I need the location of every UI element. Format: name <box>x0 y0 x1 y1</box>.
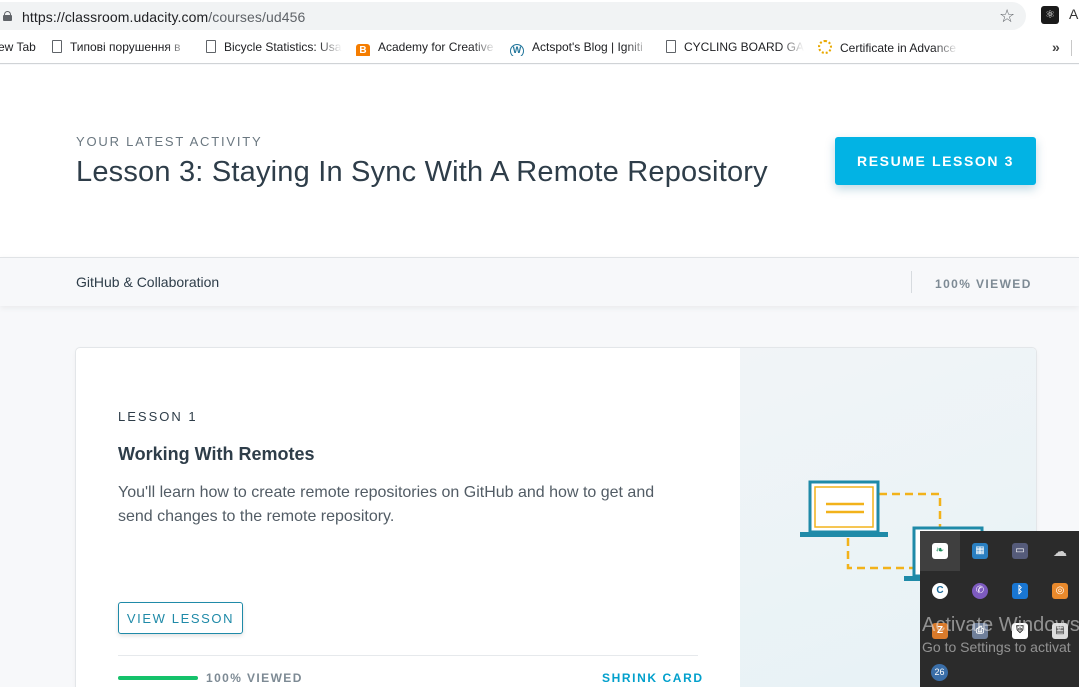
latest-lesson-title: Lesson 3: Staying In Sync With A Remote … <box>76 156 768 188</box>
system-tray-overflow: ❧ ▦ ▭ ☁ C ✆ ᛒ ◎ Z ⎙ ⛨ ▤ <box>920 531 1079 687</box>
browser-toolbar: https://classroom.udacity.com/courses/ud… <box>0 0 1079 32</box>
sun-icon <box>818 40 832 54</box>
tray-app-icon[interactable]: ✆ <box>960 571 1000 611</box>
bookmark-typovi[interactable]: Типові порушення в <box>50 40 190 56</box>
tray-app-icon[interactable]: C <box>920 571 960 611</box>
tray-app-icon[interactable]: ᛒ <box>1000 571 1040 611</box>
course-title: GitHub & Collaboration <box>76 274 220 290</box>
bookmark-bicycle-statistics[interactable]: Bicycle Statistics: Usa <box>204 40 342 56</box>
course-viewed-status: 100% VIEWED <box>935 277 1032 291</box>
lesson-card: LESSON 1 Working With Remotes You'll lea… <box>76 348 1036 687</box>
window-app-icon: ▦ <box>972 543 988 559</box>
tray-badge-icon[interactable]: 26 <box>931 664 948 681</box>
lesson-description: You'll learn how to create remote reposi… <box>118 484 655 525</box>
card-divider <box>118 655 698 656</box>
url-host: https://classroom.udacity.com <box>22 9 209 25</box>
bookmark-academy-creative[interactable]: B Academy for Creative <box>356 40 496 56</box>
more-bookmarks-chevron-icon[interactable]: » <box>1052 39 1060 55</box>
cloud-icon: ☁ <box>1053 543 1067 559</box>
url-text[interactable]: https://classroom.udacity.com/courses/ud… <box>22 9 305 25</box>
extension-icon[interactable]: ⚛ <box>1041 6 1059 24</box>
bookmarks-bar: ew Tab Типові порушення в Bicycle Statis… <box>0 32 1079 64</box>
lesson-number: LESSON 1 <box>118 409 198 424</box>
bookmark-certificate-advance[interactable]: Certificate in Advance <box>818 40 958 56</box>
shrink-card-link[interactable]: SHRINK CARD <box>602 671 704 685</box>
bookmark-label: Типові порушення в <box>70 40 181 54</box>
lesson-title: Working With Remotes <box>118 444 315 464</box>
lesson-viewed-status: 100% VIEWED <box>206 671 303 685</box>
orange-app-icon: ◎ <box>1052 583 1068 599</box>
bookmark-cycling-board[interactable]: CYCLING BOARD GAI <box>664 40 804 56</box>
latest-activity-hero: YOUR LATEST ACTIVITY Lesson 3: Staying I… <box>0 65 1079 257</box>
tray-app-icon[interactable]: ▦ <box>960 531 1000 571</box>
viber-icon: ✆ <box>972 583 988 599</box>
monitor-icon: ▭ <box>1012 543 1028 559</box>
tray-app-icon[interactable]: ◎ <box>1040 571 1079 611</box>
tray-app-icon[interactable]: ☁ <box>1040 531 1079 571</box>
bookmark-label: ew Tab <box>0 40 36 54</box>
blogger-icon: B <box>356 44 370 56</box>
url-path: /courses/ud456 <box>208 9 306 25</box>
course-bar-divider <box>911 271 912 293</box>
lock-icon <box>3 11 12 21</box>
bookmark-actspot-blog[interactable]: W Actspot's Blog | Igniti <box>510 40 650 56</box>
wordpress-icon: W <box>510 44 524 56</box>
document-icon <box>52 40 62 53</box>
view-lesson-button[interactable]: VIEW LESSON <box>118 602 243 634</box>
address-bar[interactable]: https://classroom.udacity.com/courses/ud… <box>0 2 1026 30</box>
bookmark-new-tab[interactable]: ew Tab <box>0 40 38 56</box>
leaf-icon: ❧ <box>932 543 948 559</box>
bookmark-star-icon[interactable]: ☆ <box>999 7 1015 25</box>
c-app-icon: C <box>932 583 948 599</box>
lesson-progress-bar <box>118 676 198 680</box>
activate-windows-title: Activate Windows <box>922 614 1079 636</box>
extension-partial-icon[interactable]: A <box>1069 6 1078 22</box>
bluetooth-icon: ᛒ <box>1012 583 1028 599</box>
activate-windows-subtitle: Go to Settings to activat <box>922 639 1071 655</box>
latest-activity-label: YOUR LATEST ACTIVITY <box>76 134 263 149</box>
document-icon <box>206 40 216 53</box>
document-icon <box>666 40 676 53</box>
course-bar: GitHub & Collaboration 100% VIEWED <box>0 257 1079 306</box>
bookmarks-divider <box>1071 40 1072 56</box>
tray-app-icon[interactable]: ▭ <box>1000 531 1040 571</box>
lesson-progress-fill <box>118 676 198 680</box>
tray-app-icon[interactable]: ❧ <box>920 531 960 571</box>
resume-lesson-button[interactable]: RESUME LESSON 3 <box>835 137 1036 185</box>
